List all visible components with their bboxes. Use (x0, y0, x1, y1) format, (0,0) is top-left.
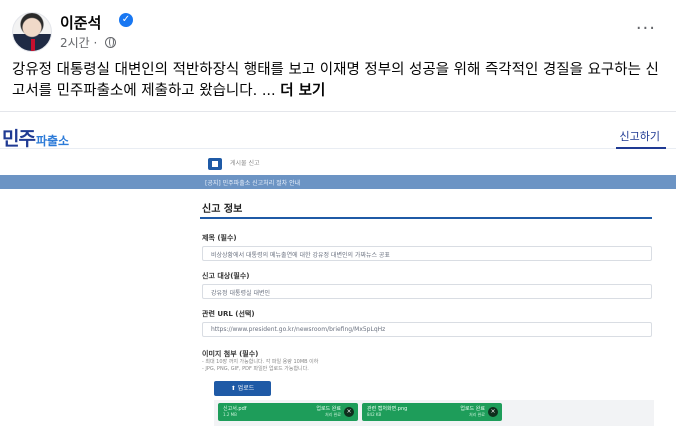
file-name: 관련 캡처화면.png (367, 406, 408, 412)
breadcrumb-label: 게시물 신고 (230, 160, 260, 167)
title-field: 비상상황에서 대통령의 메뉴출연에 대한 강유정 대변인의 가짜뉴스 공표 (202, 246, 652, 261)
see-more-link[interactable]: 더 보기 (280, 83, 325, 99)
header-divider (0, 148, 676, 149)
notice-bar: [공지] 민주파출소 신고처리 절차 안내 (0, 175, 676, 189)
post-header: 이준석 ✓ 2시간 · ··· (12, 10, 664, 54)
author-name[interactable]: 이준석 (60, 12, 101, 33)
post-meta: 2시간 · (60, 34, 117, 51)
close-icon: × (488, 407, 498, 417)
post-time[interactable]: 2시간 (60, 36, 90, 50)
avatar[interactable] (12, 12, 52, 52)
verified-badge-icon: ✓ (119, 13, 133, 27)
file-chip: 신고서.pdf 1.2 MB 업로드 완료 처리 완료 × (218, 403, 358, 421)
url-value: https://www.president.go.kr/newsroom/bri… (211, 326, 386, 333)
upload-hint-1: - 최대 10장 까지 가능합니다. 각 파일 용량 10MB 이하 (202, 359, 319, 365)
close-icon: × (344, 407, 354, 417)
logo-main: 민주 (2, 128, 36, 150)
url-field: https://www.president.go.kr/newsroom/bri… (202, 322, 652, 337)
form-title-divider (200, 217, 652, 219)
nav-report-link: 신고하기 (619, 130, 660, 143)
nav-active-underline (616, 147, 666, 149)
globe-icon (105, 37, 117, 48)
file-size: 842 KB (367, 412, 382, 417)
attached-files: 신고서.pdf 1.2 MB 업로드 완료 처리 완료 × 관련 캡처화면.pn… (214, 400, 654, 426)
site-logo: 민주파출소 (2, 124, 69, 151)
title-label: 제목 (필수) (202, 234, 237, 242)
post-image[interactable]: 민주파출소 신고하기 게시물 신고 [공지] 민주파출소 신고처리 절차 안내 … (0, 111, 676, 431)
form-title: 신고 정보 (202, 204, 243, 215)
target-label: 신고 대상(필수) (202, 272, 250, 280)
title-value: 비상상황에서 대통령의 메뉴출연에 대한 강유정 대변인의 가짜뉴스 공표 (211, 252, 390, 259)
target-field: 강유정 대통령실 대변인 (202, 284, 652, 299)
post-body: 강유정 대통령실 대변인의 적반하장식 행태를 보고 이재명 정부의 성공을 위… (12, 62, 659, 99)
breadcrumb: 게시물 신고 (200, 154, 676, 172)
file-status: 업로드 완료 (316, 406, 341, 412)
file-name: 신고서.pdf (223, 406, 247, 412)
home-icon (208, 158, 222, 170)
upload-button: ⬆ 업로드 (214, 381, 271, 396)
url-label: 관련 URL (선택) (202, 310, 255, 318)
file-size: 1.2 MB (223, 412, 237, 417)
meta-separator: · (89, 36, 102, 50)
file-status-detail: 처리 완료 (469, 412, 485, 417)
logo-sub: 파출소 (35, 134, 70, 148)
notice-bar-text: [공지] 민주파출소 신고처리 절차 안내 (205, 180, 301, 187)
image-label: 이미지 첨부 (필수) (202, 350, 259, 358)
target-value: 강유정 대통령실 대변인 (211, 290, 271, 297)
post-text: 강유정 대통령실 대변인의 적반하장식 행태를 보고 이재명 정부의 성공을 위… (12, 60, 664, 102)
file-status: 업로드 완료 (460, 406, 485, 412)
file-status-detail: 처리 완료 (325, 412, 341, 417)
more-options-icon[interactable]: ··· (636, 18, 656, 39)
upload-hint-2: - JPG, PNG, GIF, PDF 파일만 업로드 가능합니다. (202, 366, 309, 372)
file-chip: 관련 캡처화면.png 842 KB 업로드 완료 처리 완료 × (362, 403, 502, 421)
